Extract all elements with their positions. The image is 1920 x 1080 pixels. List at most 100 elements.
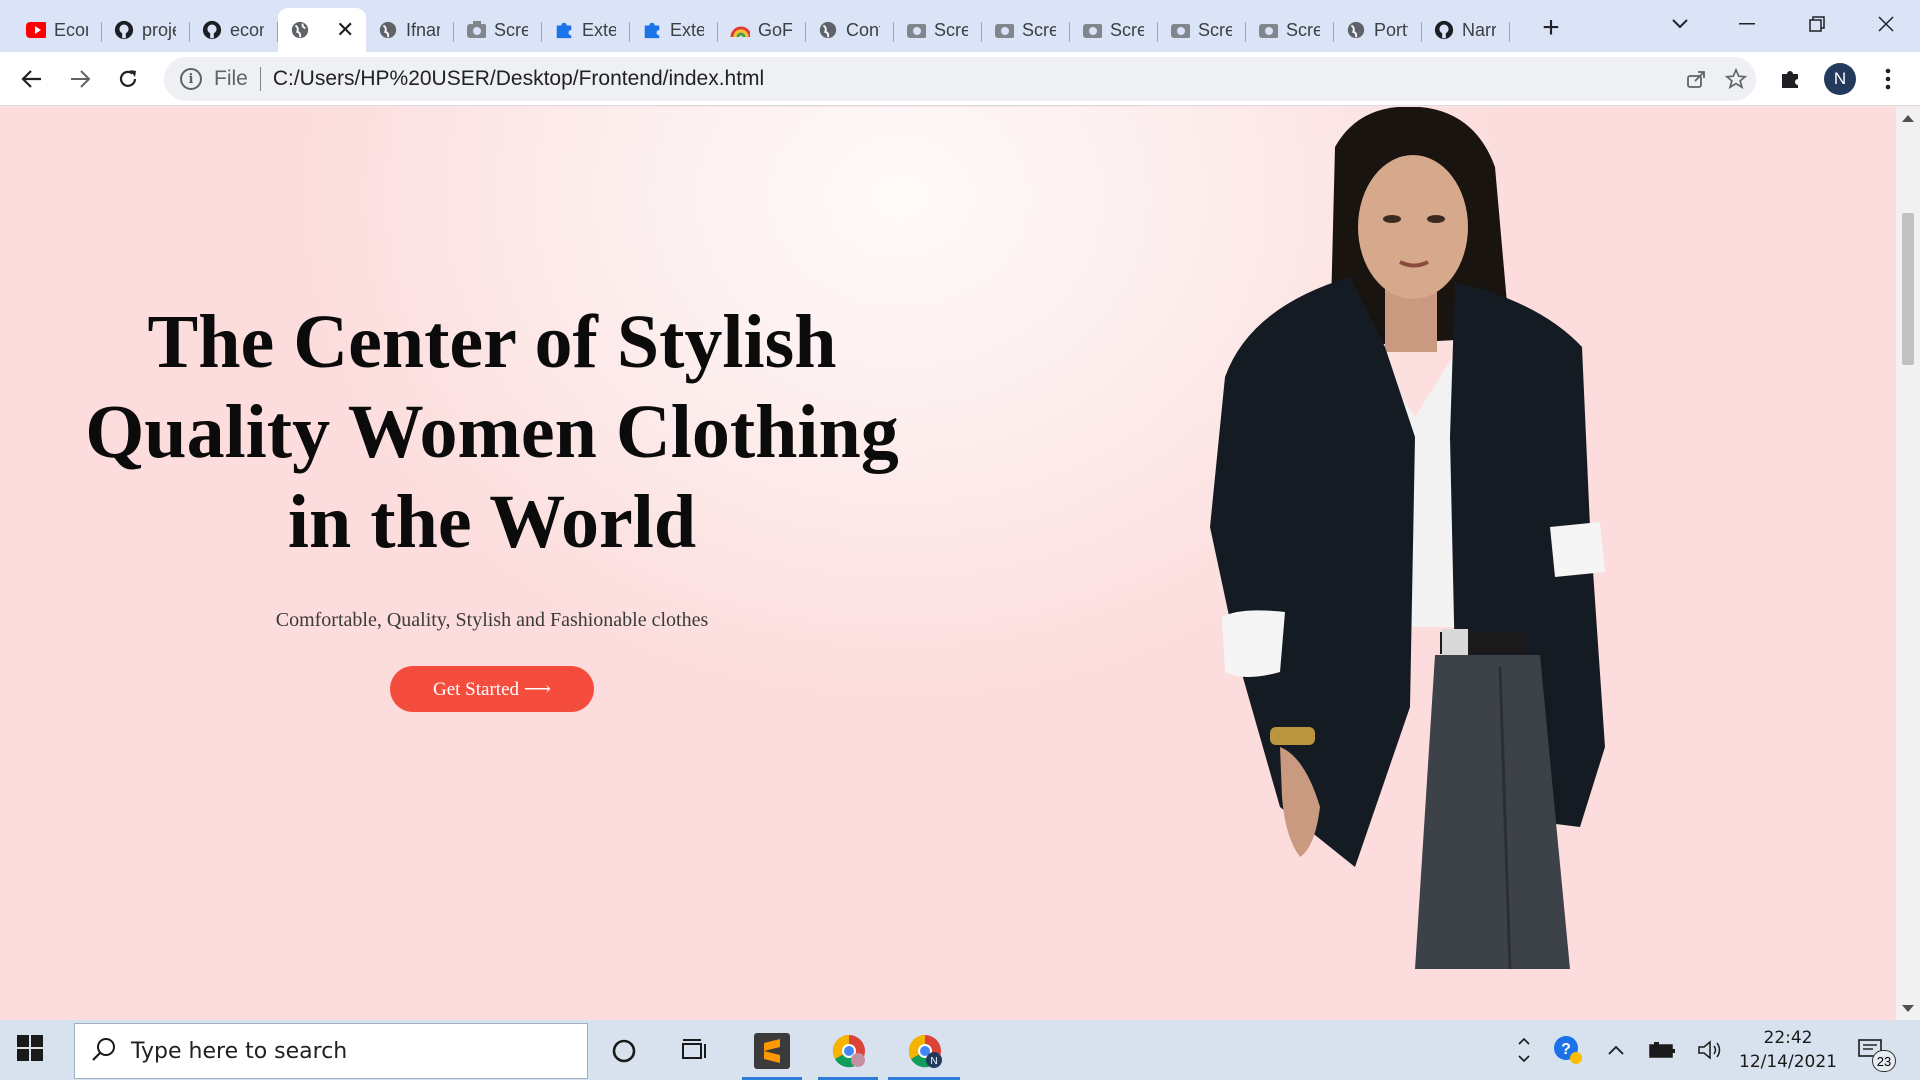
tab-screenshot[interactable]: Screenshot [454, 8, 542, 52]
cortana-icon[interactable] [603, 1030, 645, 1072]
svg-text:?: ? [1561, 1041, 1571, 1058]
show-hidden-icons-chevron-icon[interactable] [1598, 1032, 1634, 1068]
address-bar[interactable]: i File C:/Users/HP%20USER/Desktop/Fronte… [164, 57, 1756, 101]
task-view-icon[interactable] [674, 1030, 716, 1072]
tab-screenshot-4[interactable]: Screenshot [1070, 8, 1158, 52]
tab-title: Contact [846, 19, 880, 40]
notification-count-badge: 23 [1872, 1050, 1896, 1072]
tab-gofundme[interactable]: GoFundMe [718, 8, 806, 52]
get-started-button[interactable]: Get Started ⟶ [390, 666, 594, 712]
tab-title: Screenshot [1286, 19, 1320, 40]
tab-title: Economic [54, 19, 88, 40]
tab-screenshot-3[interactable]: Screenshot [982, 8, 1070, 52]
tab-search-chevron-icon[interactable] [1660, 6, 1700, 42]
rainbow-icon [730, 20, 750, 40]
tab-title: Extensions [670, 19, 704, 40]
github-icon [202, 20, 222, 40]
close-window-icon[interactable] [1866, 6, 1906, 42]
hero-title: The Center of Stylish Quality Women Clot… [62, 297, 922, 567]
tab-title: Screenshot [934, 19, 968, 40]
scheme-label: File [214, 67, 248, 90]
tab-screenshot-6[interactable]: Screenshot [1246, 8, 1334, 52]
minimize-icon[interactable] [1727, 6, 1767, 42]
github-icon [1434, 20, 1454, 40]
tab-active-index[interactable]: ✕ [278, 8, 366, 52]
clock-date: 12/14/2021 [1739, 1052, 1837, 1072]
system-clock[interactable]: 22:42 12/14/2021 [1736, 1026, 1840, 1074]
search-placeholder: Type here to search [131, 1038, 348, 1064]
globe-icon [378, 20, 398, 40]
windows-start-icon[interactable] [16, 1034, 52, 1068]
bookmark-star-icon[interactable] [1720, 63, 1752, 95]
url-text[interactable]: C:/Users/HP%20USER/Desktop/Frontend/inde… [273, 67, 764, 91]
tab-ifnanyi[interactable]: Ifnanyi [366, 8, 454, 52]
taskbar-search-box[interactable]: Type here to search [74, 1023, 588, 1079]
help-icon[interactable]: ? [1550, 1032, 1586, 1068]
tab-narrative[interactable]: Narrative [1422, 8, 1510, 52]
page-scrollbar[interactable] [1896, 107, 1920, 1020]
tab-title: Screenshot [1110, 19, 1144, 40]
hero-section: The Center of Stylish Quality Women Clot… [62, 297, 922, 712]
clock-time: 22:42 [1763, 1028, 1813, 1048]
puzzle-icon [642, 20, 662, 40]
scroll-arrows-icon[interactable] [1506, 1032, 1542, 1068]
tab-title: Screenshot [1022, 19, 1056, 40]
globe-icon [818, 20, 838, 40]
scroll-up-arrow-icon[interactable] [1902, 115, 1914, 122]
address-divider [259, 67, 261, 91]
close-tab-icon[interactable]: ✕ [336, 19, 354, 41]
globe-icon [290, 20, 310, 40]
chrome-profile-icon[interactable] [828, 1030, 870, 1072]
tab-screenshot-2[interactable]: Screenshot [894, 8, 982, 52]
tab-title: GoFundMe [758, 19, 792, 40]
hero-title-line: in the World [287, 480, 697, 564]
tab-economic[interactable]: Economic [14, 8, 102, 52]
browser-toolbar: i File C:/Users/HP%20USER/Desktop/Fronte… [0, 52, 1920, 106]
tab-title: ecommerce [230, 19, 264, 40]
battery-icon[interactable] [1644, 1032, 1680, 1068]
tab-strip: Economic project ecommerce ✕ Ifnanyi Scr… [0, 0, 1920, 52]
tab-ecommerce[interactable]: ecommerce [190, 8, 278, 52]
hero-title-line: The Center of Stylish [147, 300, 837, 384]
tab-title: Extensions [582, 19, 616, 40]
tab-title: Portfolio [1374, 19, 1408, 40]
new-tab-button[interactable]: + [1533, 10, 1569, 46]
tab-list: Economic project ecommerce ✕ Ifnanyi Scr… [14, 8, 1510, 52]
chrome-n-icon[interactable]: N [904, 1030, 946, 1072]
tab-screenshot-5[interactable]: Screenshot [1158, 8, 1246, 52]
tab-contact[interactable]: Contact [806, 8, 894, 52]
menu-kebab-icon[interactable] [1870, 61, 1906, 97]
camera-icon [994, 20, 1014, 40]
restore-icon[interactable] [1797, 6, 1837, 42]
profile-avatar[interactable]: N [1824, 63, 1856, 95]
camera-icon [1170, 20, 1190, 40]
camera-icon [1258, 20, 1278, 40]
tab-project[interactable]: project [102, 8, 190, 52]
forward-arrow-icon[interactable] [62, 61, 98, 97]
tab-extensions-2[interactable]: Extensions [630, 8, 718, 52]
globe-icon [1346, 20, 1366, 40]
site-info-icon[interactable]: i [180, 68, 202, 90]
volume-icon[interactable] [1692, 1032, 1728, 1068]
model-photo [1210, 107, 1605, 969]
tab-title: Screenshot [1198, 19, 1232, 40]
scrollbar-thumb[interactable] [1902, 213, 1914, 365]
camera-icon [1082, 20, 1102, 40]
back-arrow-icon[interactable] [14, 61, 50, 97]
svg-text:N: N [930, 1056, 937, 1067]
scroll-down-arrow-icon[interactable] [1902, 1005, 1914, 1012]
windows-taskbar: Type here to search N ? 22:42 12/14/2021… [0, 1020, 1920, 1080]
sublime-text-icon[interactable] [751, 1030, 793, 1072]
search-icon [91, 1036, 117, 1067]
hero-subtitle: Comfortable, Quality, Stylish and Fashio… [275, 609, 709, 631]
page-viewport: The Center of Stylish Quality Women Clot… [0, 107, 1896, 1020]
tab-title: Screenshot [494, 19, 528, 40]
extensions-puzzle-icon[interactable] [1772, 61, 1808, 97]
tab-portfolio[interactable]: Portfolio [1334, 8, 1422, 52]
youtube-icon [26, 20, 46, 40]
tab-title: Narrative [1462, 19, 1496, 40]
reload-icon[interactable] [110, 61, 146, 97]
tab-extensions[interactable]: Extensions [542, 8, 630, 52]
tab-title: project [142, 19, 176, 40]
share-icon[interactable] [1680, 63, 1712, 95]
